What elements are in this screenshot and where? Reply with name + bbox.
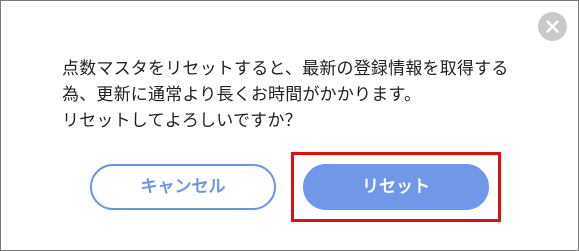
dialog-message: 点数マスタをリセットすると、最新の登録情報を取得する 為、更新に通常より長くお時… (62, 56, 542, 134)
reset-confirm-dialog: 点数マスタをリセットすると、最新の登録情報を取得する 為、更新に通常より長くお時… (0, 0, 579, 251)
cancel-button[interactable]: キャンセル (90, 164, 276, 210)
close-icon (546, 20, 559, 33)
message-line-2: 為、更新に通常より長くお時間がかかります。 (62, 85, 422, 105)
reset-button[interactable]: リセット (303, 164, 489, 210)
message-line-1: 点数マスタをリセットすると、最新の登録情報を取得する (62, 59, 509, 79)
close-button[interactable] (538, 12, 567, 41)
message-line-3: リセットしてよろしいですか？ (62, 111, 302, 131)
